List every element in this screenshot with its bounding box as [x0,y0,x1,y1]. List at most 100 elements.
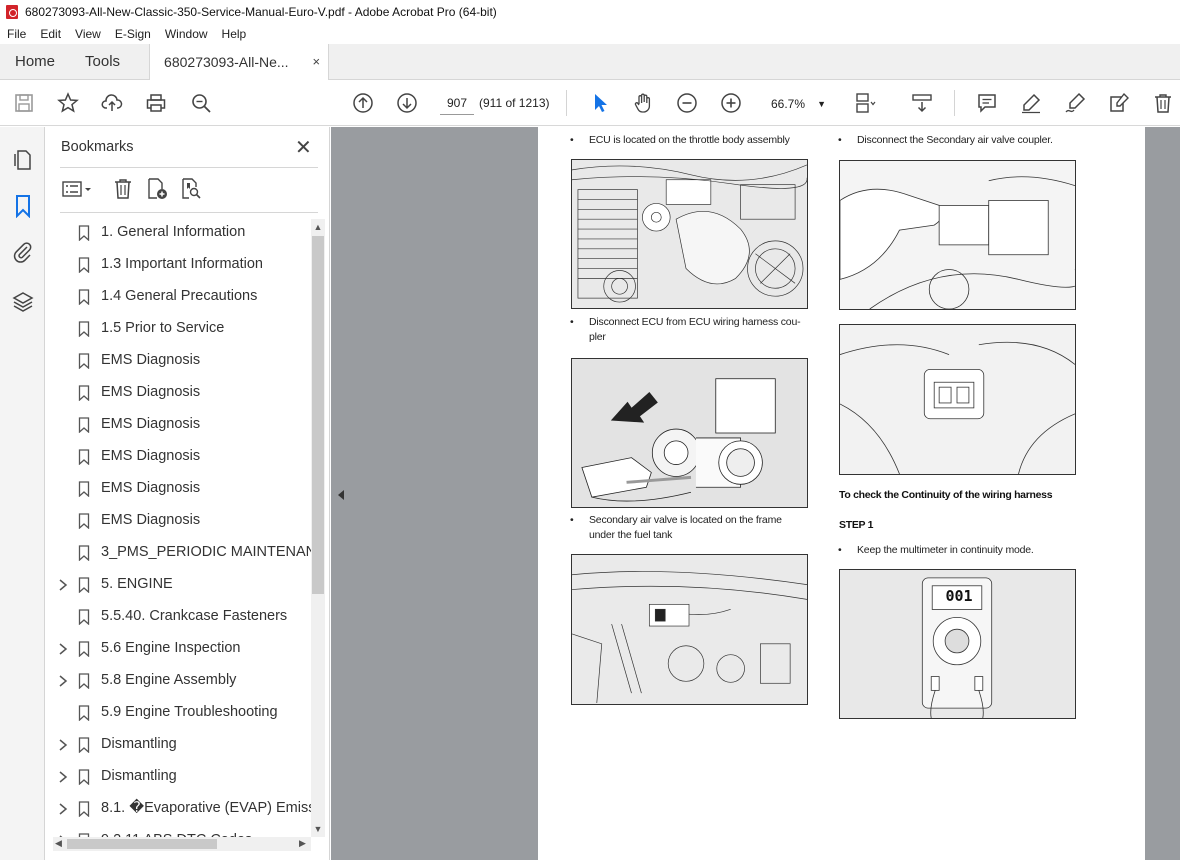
section-heading: To check the Continuity of the wiring ha… [839,489,1053,501]
layers-icon[interactable] [11,290,35,314]
menu-bar: File Edit View E-Sign Window Help [0,24,1180,44]
bookmark-item[interactable]: 8.1. �Evaporative (EVAP) Emissions [45,795,311,823]
edit-pdf-icon[interactable] [1107,91,1131,115]
new-bookmark-icon[interactable] [145,177,169,201]
chevron-right-icon[interactable] [57,738,69,752]
step-heading: STEP 1 [839,519,874,531]
zoom-level-select[interactable]: 66.7% ▼ [762,94,834,114]
bullet-text: • Secondary air valve is located on the f… [570,514,782,541]
highlight-pen-icon[interactable] [1019,91,1043,115]
zoom-search-icon[interactable] [189,91,213,115]
star-icon[interactable] [56,91,80,115]
trash-icon[interactable] [1151,91,1175,115]
bookmarks-title: Bookmarks [61,139,134,155]
figure-ecu-throttle-body [571,159,808,309]
bookmark-label: 1. General Information [101,224,246,240]
bookmark-options-icon[interactable] [61,177,95,201]
print-icon[interactable] [144,91,168,115]
bookmarks-toolbar [60,177,260,203]
bookmark-item[interactable]: 5.9 Engine Troubleshooting [45,699,311,727]
upload-cloud-icon[interactable] [100,91,124,115]
chevron-right-icon[interactable] [57,642,69,656]
hand-tool-icon[interactable] [631,91,655,115]
collapse-panel-icon[interactable] [336,488,346,500]
bullet-text: • ECU is located on the throttle body ass… [570,134,790,146]
bookmark-item[interactable]: 5.5.40. Crankcase Fasteners [45,603,311,631]
zoom-in-icon[interactable] [719,91,743,115]
save-icon[interactable] [12,91,36,115]
sign-pen-icon[interactable] [1063,91,1087,115]
bookmark-icon [78,577,90,594]
bookmark-item[interactable]: 3_PMS_PERIODIC MAINTENANCE [45,539,311,567]
chevron-down-icon: ▼ [817,99,826,109]
bookmark-item[interactable]: Dismantling [45,763,311,791]
scroll-mode-icon[interactable] [910,91,934,115]
tab-document-label: 680273093-All-Ne... [164,54,289,70]
bookmark-item[interactable]: 9.2.11 ABS DTC Codes [45,827,311,837]
bookmark-item[interactable]: 1. General Information [45,219,311,247]
chevron-right-icon[interactable] [57,770,69,784]
menu-esign[interactable]: E-Sign [108,27,158,41]
find-bookmark-icon[interactable] [179,177,203,201]
bookmark-item[interactable]: EMS Diagnosis [45,507,311,535]
bookmark-label: EMS Diagnosis [101,352,201,368]
chevron-right-icon[interactable] [57,802,69,816]
tab-document[interactable]: 680273093-All-Ne... × [149,44,330,81]
bookmark-item[interactable]: EMS Diagnosis [45,347,311,375]
tab-home[interactable]: Home [0,44,70,79]
menu-window[interactable]: Window [158,27,215,41]
scroll-down-icon[interactable]: ▼ [313,824,323,834]
attachment-icon[interactable] [11,240,35,264]
bookmark-item[interactable]: EMS Diagnosis [45,475,311,503]
bookmark-panel-icon[interactable] [11,194,35,219]
next-page-icon[interactable] [395,91,419,115]
divider [60,212,318,213]
bookmark-icon [78,321,90,338]
bookmarks-horizontal-scrollbar[interactable]: ◀ ▶ [53,837,311,851]
scrollbar-thumb[interactable] [312,236,324,594]
tab-tools[interactable]: Tools [70,44,135,79]
delete-bookmark-icon[interactable] [111,177,135,201]
bookmark-item[interactable]: 5.6 Engine Inspection [45,635,311,663]
bookmark-item[interactable]: 1.5 Prior to Service [45,315,311,343]
tab-bar: Home Tools 680273093-All-Ne... × [0,44,1180,81]
bookmark-icon [78,481,90,498]
bookmark-item[interactable]: Dismantling [45,731,311,759]
scroll-up-icon[interactable]: ▲ [313,222,323,232]
bookmark-icon [78,609,90,626]
bookmark-item[interactable]: 5. ENGINE [45,571,311,599]
previous-page-icon[interactable] [351,91,375,115]
scroll-right-icon[interactable]: ▶ [299,838,306,849]
document-scrollbar[interactable] [1145,127,1180,860]
bookmark-item[interactable]: 5.8 Engine Assembly [45,667,311,695]
bookmarks-vertical-scrollbar[interactable]: ▲ ▼ [311,219,325,837]
scrollbar-thumb[interactable] [67,839,217,849]
page-thumbnails-icon[interactable] [11,148,35,172]
menu-view[interactable]: View [68,27,108,41]
bookmark-item[interactable]: 1.3 Important Information [45,251,311,279]
bookmark-item[interactable]: EMS Diagnosis [45,443,311,471]
menu-help[interactable]: Help [215,27,254,41]
chevron-right-icon[interactable] [57,578,69,592]
page-display-icon[interactable] [853,91,877,115]
multimeter-reading: 001 [945,587,973,605]
chevron-right-icon[interactable] [57,674,69,688]
bookmark-item[interactable]: 1.4 General Precautions [45,283,311,311]
comment-icon[interactable] [975,91,999,115]
menu-file[interactable]: File [0,27,33,41]
page-number-input[interactable]: 907 [440,91,474,115]
menu-edit[interactable]: Edit [33,27,68,41]
zoom-out-icon[interactable] [675,91,699,115]
bookmark-label: 5.6 Engine Inspection [101,640,241,656]
tab-close-icon[interactable]: × [312,54,320,69]
close-icon[interactable]: ✕ [295,135,312,160]
figure-secondary-air-valve [571,554,808,705]
scroll-left-icon[interactable]: ◀ [55,838,62,849]
bookmark-label: Dismantling [101,768,177,784]
bookmark-icon [78,449,90,466]
select-cursor-icon[interactable] [588,91,612,115]
bookmark-item[interactable]: EMS Diagnosis [45,411,311,439]
bookmark-icon [78,513,90,530]
bookmark-item[interactable]: EMS Diagnosis [45,379,311,407]
bookmark-icon [78,545,90,562]
